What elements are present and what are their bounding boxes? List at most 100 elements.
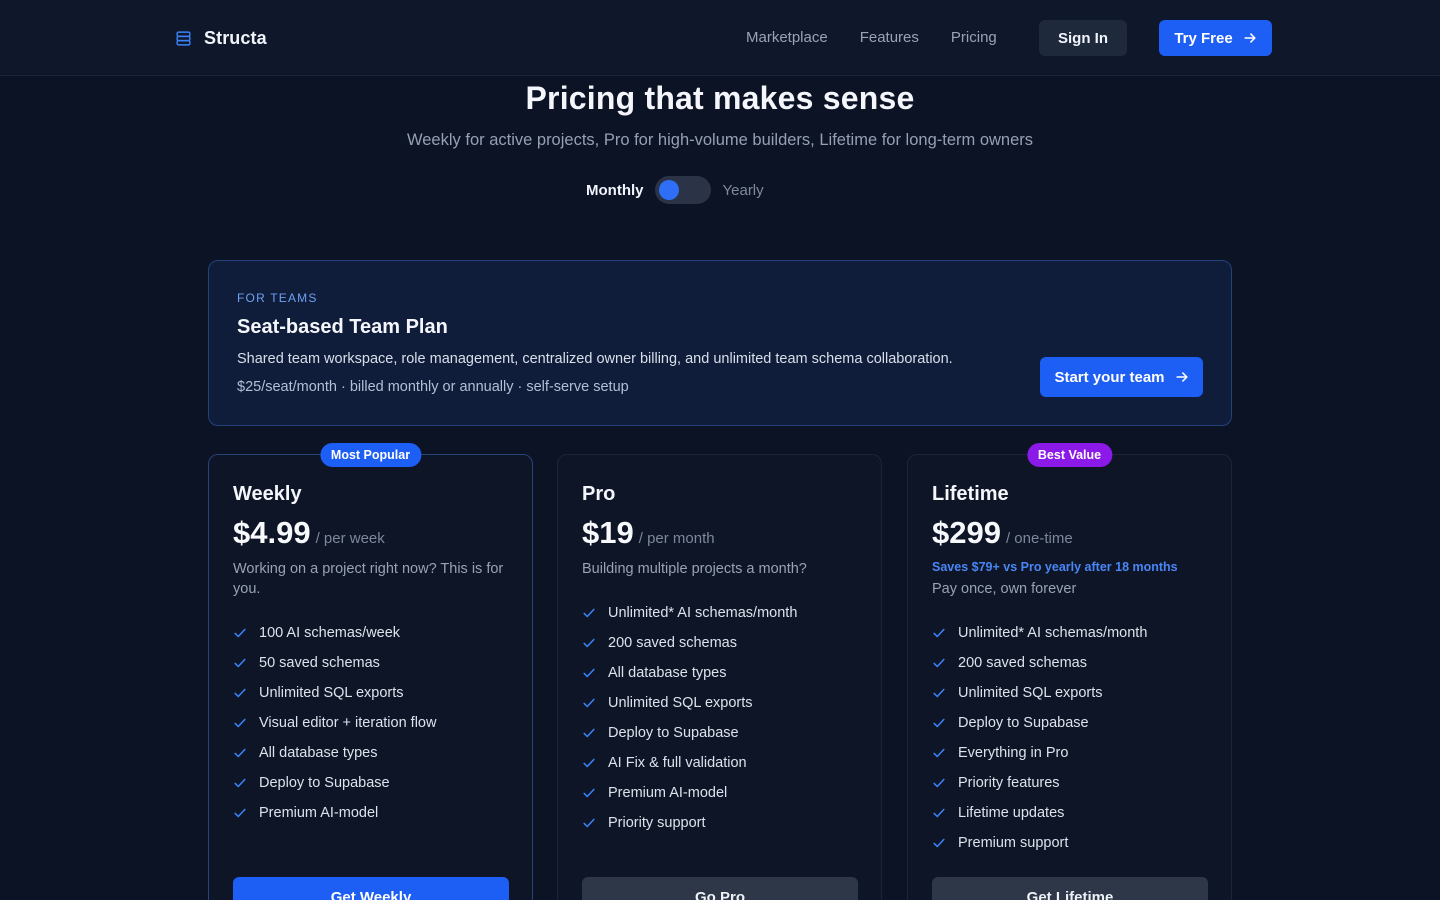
feature-list: 100 AI schemas/week 50 saved schemas Unl… (233, 618, 436, 828)
check-icon (583, 788, 595, 798)
nav-link-features[interactable]: Features (860, 29, 919, 46)
database-icon (176, 30, 191, 46)
check-icon (234, 718, 246, 728)
go-pro-button[interactable]: Go Pro (582, 877, 858, 900)
feature-text: 50 saved schemas (259, 655, 380, 671)
check-icon (933, 808, 945, 818)
feature-item: Unlimited SQL exports (233, 678, 436, 708)
feature-item: 200 saved schemas (932, 648, 1147, 678)
toggle-label-monthly[interactable]: Monthly (586, 182, 644, 199)
feature-text: Everything in Pro (958, 745, 1069, 761)
feature-item: 200 saved schemas (582, 628, 797, 658)
feature-text: Deploy to Supabase (608, 725, 739, 741)
feature-text: All database types (259, 745, 378, 761)
plan-period: / per month (638, 530, 715, 547)
plan-card-lifetime: Best Value Lifetime $299 / one-time Save… (907, 443, 1232, 900)
plan-tagline: Working on a project right now? This is … (233, 561, 504, 597)
feature-text: Lifetime updates (958, 805, 1065, 821)
feature-list: Unlimited* AI schemas/month 200 saved sc… (932, 618, 1147, 858)
try-free-button[interactable]: Try Free (1159, 20, 1272, 56)
plan-tagline: Pay once, own forever (932, 581, 1077, 597)
check-icon (933, 748, 945, 758)
team-plan-card: FOR TEAMS Seat-based Team Plan Shared te… (208, 260, 1232, 426)
start-team-button[interactable]: Start your team (1040, 357, 1203, 397)
feature-text: All database types (608, 665, 727, 681)
feature-text: Deploy to Supabase (259, 775, 390, 791)
feature-item: Priority features (932, 768, 1147, 798)
team-title: Seat-based Team Plan (237, 316, 448, 338)
price-row: $19 / per month (582, 515, 715, 551)
feature-item: 50 saved schemas (233, 648, 436, 678)
feature-item: Deploy to Supabase (582, 718, 797, 748)
check-icon (583, 728, 595, 738)
feature-item: All database types (582, 658, 797, 688)
team-eyebrow: FOR TEAMS (237, 291, 318, 305)
feature-item: Unlimited SQL exports (932, 678, 1147, 708)
sign-in-button[interactable]: Sign In (1039, 20, 1127, 56)
plan-price: $4.99 (233, 515, 311, 550)
nav-link-pricing[interactable]: Pricing (951, 29, 997, 46)
check-icon (234, 628, 246, 638)
check-icon (583, 668, 595, 678)
price-row: $4.99 / per week (233, 515, 385, 551)
feature-text: Priority features (958, 775, 1060, 791)
feature-item: Visual editor + iteration flow (233, 708, 436, 738)
feature-text: Premium support (958, 835, 1069, 851)
feature-text: AI Fix & full validation (608, 755, 747, 771)
check-icon (234, 688, 246, 698)
nav-links: Marketplace Features Pricing (746, 29, 997, 46)
plan-name: Weekly (233, 483, 302, 505)
feature-text: 100 AI schemas/week (259, 625, 401, 641)
brand-logo[interactable]: Structa (175, 27, 267, 49)
plan-card-weekly: Most Popular Weekly $4.99 / per week Wor… (208, 443, 533, 900)
feature-item: All database types (233, 738, 436, 768)
feature-text: Unlimited* AI schemas/month (958, 625, 1148, 641)
plan-tagline: Building multiple projects a month? (582, 561, 807, 577)
feature-item: Priority support (582, 808, 797, 838)
check-icon (933, 838, 945, 848)
check-icon (933, 778, 945, 788)
feature-text: Visual editor + iteration flow (259, 715, 437, 731)
feature-item: Unlimited SQL exports (582, 688, 797, 718)
feature-text: 200 saved schemas (608, 635, 737, 651)
feature-item: AI Fix & full validation (582, 748, 797, 778)
try-free-label: Try Free (1174, 29, 1233, 47)
check-icon (933, 688, 945, 698)
check-icon (234, 748, 246, 758)
check-icon (583, 698, 595, 708)
feature-list: Unlimited* AI schemas/month 200 saved sc… (582, 598, 797, 838)
team-price-line: $25/seat/month · billed monthly or annua… (237, 379, 629, 395)
feature-item: Unlimited* AI schemas/month (582, 598, 797, 628)
billing-switch[interactable] (654, 176, 711, 204)
nav-link-marketplace[interactable]: Marketplace (746, 29, 828, 46)
check-icon (933, 718, 945, 728)
feature-text: Premium AI-model (608, 785, 728, 801)
get-weekly-button[interactable]: Get Weekly (233, 877, 509, 900)
savings-note: Saves $79+ vs Pro yearly after 18 months (932, 560, 1178, 574)
check-icon (583, 818, 595, 828)
check-icon (933, 658, 945, 668)
brand-name: Structa (204, 27, 267, 48)
feature-item: Premium support (932, 828, 1147, 858)
feature-text: Unlimited SQL exports (608, 695, 753, 711)
start-team-label: Start your team (1054, 368, 1165, 386)
arrow-right-icon (1244, 33, 1256, 43)
team-description: Shared team workspace, role management, … (237, 351, 953, 367)
get-lifetime-button[interactable]: Get Lifetime (932, 877, 1208, 900)
most-popular-badge: Most Popular (319, 443, 422, 467)
check-icon (234, 808, 246, 818)
page-subtitle: Weekly for active projects, Pro for high… (406, 131, 1034, 149)
feature-text: Premium AI-model (259, 805, 379, 821)
plan-card-pro: Pro $19 / per month Building multiple pr… (557, 454, 882, 900)
price-row: $299 / one-time (932, 515, 1073, 551)
billing-switch-knob (658, 180, 679, 200)
billing-toggle: Monthly Yearly (586, 176, 764, 204)
best-value-badge: Best Value (1026, 443, 1113, 467)
toggle-label-yearly[interactable]: Yearly (723, 182, 764, 199)
feature-text: Unlimited SQL exports (259, 685, 404, 701)
feature-text: Unlimited* AI schemas/month (608, 605, 798, 621)
top-nav: Structa Marketplace Features Pricing Sig… (0, 0, 1440, 76)
feature-text: Priority support (608, 815, 706, 831)
check-icon (583, 638, 595, 648)
plan-name: Pro (582, 483, 616, 505)
